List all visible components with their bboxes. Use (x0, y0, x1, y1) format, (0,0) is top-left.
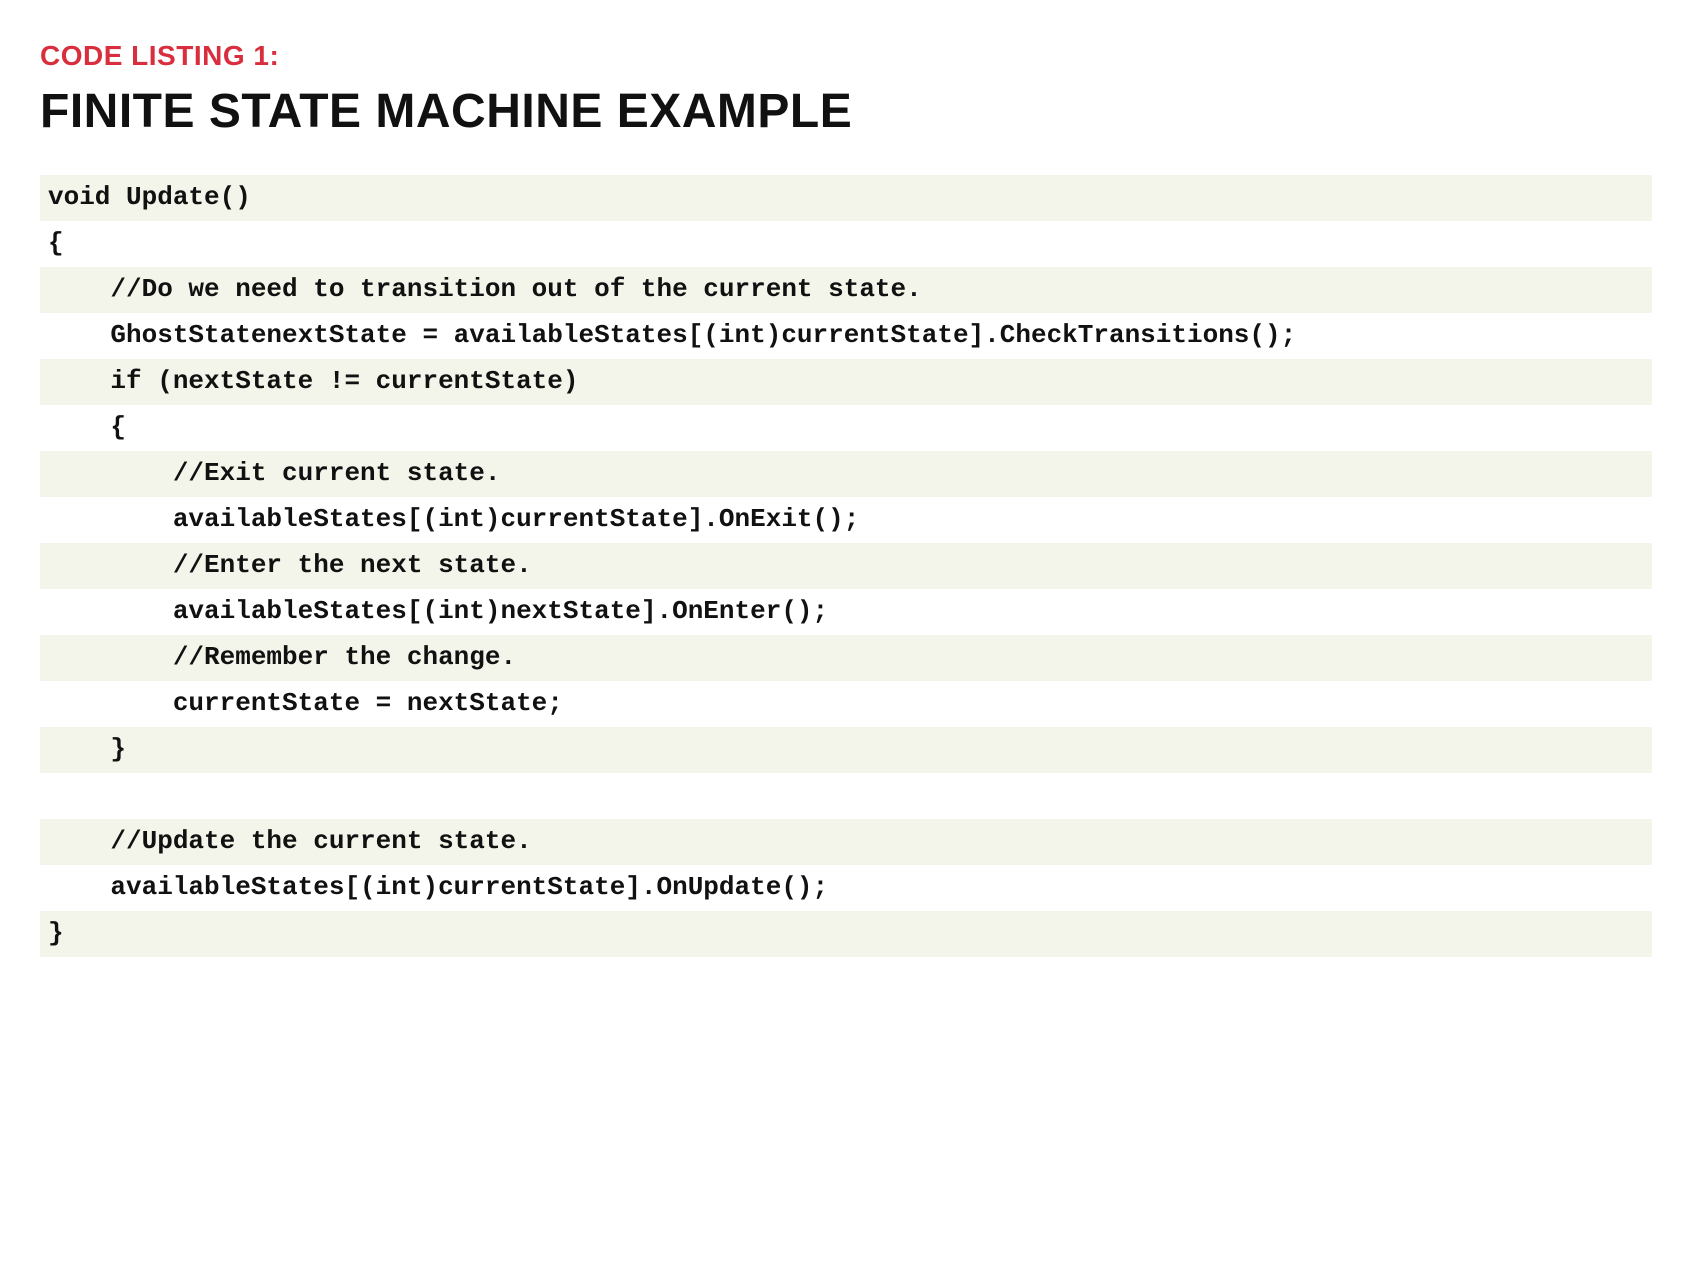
code-line: availableStates[(int)currentState].OnExi… (40, 497, 1652, 543)
code-line: } (40, 727, 1652, 773)
code-line: void Update() (40, 175, 1652, 221)
code-line: currentState = nextState; (40, 681, 1652, 727)
code-line: //Exit current state. (40, 451, 1652, 497)
listing-label: CODE LISTING 1: (40, 40, 1652, 72)
listing-title: FINITE STATE MACHINE EXAMPLE (40, 84, 1652, 139)
code-line: //Remember the change. (40, 635, 1652, 681)
code-line: { (40, 405, 1652, 451)
code-line (40, 773, 1652, 819)
code-block: void Update() { //Do we need to transiti… (40, 175, 1652, 957)
code-line: } (40, 911, 1652, 957)
code-line: availableStates[(int)currentState].OnUpd… (40, 865, 1652, 911)
code-line: { (40, 221, 1652, 267)
code-line: //Update the current state. (40, 819, 1652, 865)
code-line: if (nextState != currentState) (40, 359, 1652, 405)
code-line: //Do we need to transition out of the cu… (40, 267, 1652, 313)
code-line: availableStates[(int)nextState].OnEnter(… (40, 589, 1652, 635)
code-line: GhostStatenextState = availableStates[(i… (40, 313, 1652, 359)
code-line: //Enter the next state. (40, 543, 1652, 589)
